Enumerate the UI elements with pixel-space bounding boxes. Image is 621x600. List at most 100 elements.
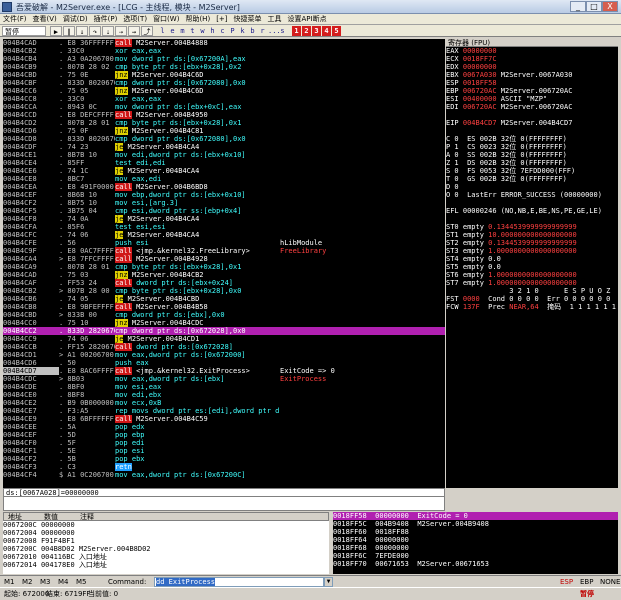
disasm-comment[interactable] [280,47,445,55]
toolbar-number-0[interactable]: 1 [292,26,301,36]
disasm-comment[interactable] [280,127,445,135]
disasm-instruction[interactable]: mov dword ptr ds:[ebx+0xC],eax [115,103,280,111]
disasm-address[interactable]: 004B4CE1 [3,151,59,159]
disasm-hex[interactable]: . 85F6 [59,223,115,231]
disasm-comment[interactable] [280,431,445,439]
disasm-hex[interactable]: . 833D 8020670 [59,79,115,87]
disasm-instruction[interactable]: pop esi [115,447,280,455]
disasm-instruction[interactable]: je M2Server.004B4CA4 [115,231,280,239]
disasm-hex[interactable]: . 807B 28 02 [59,63,115,71]
disasm-instruction[interactable]: mov edi,dword ptr ds:[ebx+0x10] [115,151,280,159]
disasm-hex[interactable]: . FF53 24 [59,279,115,287]
toolbar-letter-9[interactable]: b [248,26,257,36]
disasm-address[interactable]: 004B4CEA [3,183,59,191]
disasm-comment[interactable] [280,319,445,327]
disasm-comment[interactable] [280,279,445,287]
disasm-address[interactable]: 004B4CC2 [3,327,59,335]
disasm-instruction[interactable]: call M2Server.004B4B58 [115,303,280,311]
disasm-address[interactable]: 004B4CBD [3,311,59,319]
disasm-address[interactable]: 004B4CF4 [3,471,59,479]
toolbar-letter-8[interactable]: k [238,26,247,36]
disasm-instruction[interactable]: pop edx [115,423,280,431]
toolbar-letter-10[interactable]: r [258,26,267,36]
register-row[interactable]: ST0 empty 0.1344539999999999999 [446,223,618,231]
disasm-hex[interactable]: . 85FF [59,159,115,167]
disasm-address[interactable]: 004B4C9F [3,247,59,255]
trace-over-icon[interactable]: ⇢ [115,26,127,36]
run-to-icon[interactable]: → [128,26,140,36]
disasm-address[interactable]: 004B4CB8 [3,303,59,311]
disasm-instruction[interactable]: pop edi [115,439,280,447]
menu-item-4[interactable]: 选项(T) [120,14,150,25]
disasm-address[interactable]: 004B4CCD [3,111,59,119]
disasm-address[interactable]: 004B4CF2 [3,199,59,207]
disasm-hex[interactable]: > 8B03 [59,375,115,383]
disasm-address[interactable]: 004B4CD2 [3,119,59,127]
disasm-hex[interactable]: > A1 00206700 [59,351,115,359]
disasm-hex[interactable]: . 75 03 [59,271,115,279]
disasm-comment[interactable] [280,215,445,223]
disasm-instruction[interactable]: retn [115,463,280,471]
disasm-comment[interactable] [280,463,445,471]
disasm-instruction[interactable]: jnz M2Server.004B4CDC [115,319,280,327]
toolbar-number-3[interactable]: 4 [322,26,331,36]
disasm-instruction[interactable]: mov eax,edi [115,175,280,183]
disasm-hex[interactable]: > 807B 28 00 [59,287,115,295]
disasm-comment[interactable] [280,71,445,79]
disasm-address[interactable]: 004B4CC6 [3,87,59,95]
disasm-comment[interactable] [280,191,445,199]
menu-item-1[interactable]: 查看(V) [30,14,60,25]
disasm-address[interactable]: 004B4CB2 [3,47,59,55]
menu-item-8[interactable]: 快捷菜单 [231,14,265,25]
disasm-comment[interactable] [280,87,445,95]
disasm-address[interactable]: 004B4CDF [3,143,59,151]
register-row[interactable]: A 0 SS 002B 32位 0(FFFFFFFF) [446,151,618,159]
register-row[interactable]: 3 2 1 0 E S P U O Z [446,287,618,295]
toolbar-letter-7[interactable]: P [228,26,237,36]
toolbar-number-1[interactable]: 2 [302,26,311,36]
register-row[interactable]: FST 0000 Cond 0 0 0 0 Err 0 0 0 0 0 0 [446,295,618,303]
disasm-instruction[interactable]: call M2Server.004B4888 [115,39,280,47]
register-row[interactable]: EAX 00000000 [446,47,618,55]
toolbar-number-4[interactable]: 5 [332,26,341,36]
disasm-comment[interactable] [280,143,445,151]
disasm-hex[interactable]: . FF15 2820670 [59,343,115,351]
disasm-address[interactable]: 004B4CC0 [3,319,59,327]
disasm-instruction[interactable]: pop ebp [115,431,280,439]
disasm-comment[interactable] [280,327,445,335]
disasm-hex[interactable]: > 833B 00 [59,311,115,319]
register-row[interactable]: ESI 00400000 ASCII "MZP" [446,95,618,103]
disasm-hex[interactable]: . 8BC7 [59,175,115,183]
disasm-instruction[interactable]: je M2Server.004B4CA4 [115,215,280,223]
dump-row[interactable]: 0067200C 00000000 [3,521,329,529]
disasm-instruction[interactable]: call <jmp.&kernel32.FreeLibrary> [115,247,280,255]
status-combo[interactable]: 暂停 [2,26,46,36]
dump-header-comment[interactable]: 注释 [80,513,94,521]
disasm-comment[interactable] [280,175,445,183]
register-row[interactable]: O 0 LastErr ERROR_SUCCESS (00000000) [446,191,618,199]
disasm-address[interactable]: 004B4CFA [3,223,59,231]
disasm-address[interactable]: 004B4CF1 [3,447,59,455]
disasm-hex[interactable]: . 74 23 [59,143,115,151]
disasm-hex[interactable]: $ A1 0C206700 [59,471,115,479]
register-row[interactable] [446,127,618,135]
step-into-icon[interactable]: ↓ [76,26,88,36]
disasm-instruction[interactable]: push esi [115,239,280,247]
register-row[interactable]: P 1 CS 0023 32位 0(FFFFFFFF) [446,143,618,151]
register-row[interactable]: EBP 006720AC M2Server.006720AC [446,87,618,95]
register-row[interactable]: T 0 GS 002B 32位 0(FFFFFFFF) [446,175,618,183]
stack-row[interactable]: 0018FF58 00000000 ExitCode = 0 [333,512,618,520]
disasm-hex[interactable]: . 5F [59,439,115,447]
toolbar-number-2[interactable]: 3 [312,26,321,36]
disasm-hex[interactable]: . 8943 0C [59,103,115,111]
menu-item-0[interactable]: 文件(F) [0,14,30,25]
disasm-address[interactable]: 004B4CD6 [3,359,59,367]
disasm-address[interactable]: 004B4CEF [3,431,59,439]
disasm-hex[interactable]: . 74 05 [59,295,115,303]
menu-item-3[interactable]: 插件(P) [91,14,121,25]
toolbar-letter-11[interactable]: ... [268,26,281,36]
memory-tab-3[interactable]: M3 [40,578,51,586]
stack-row[interactable]: 0018FF64 00000000 [333,536,618,544]
disasm-address[interactable]: 004B4CD7 [3,367,59,375]
disasm-hex[interactable]: . 75 0E [59,71,115,79]
